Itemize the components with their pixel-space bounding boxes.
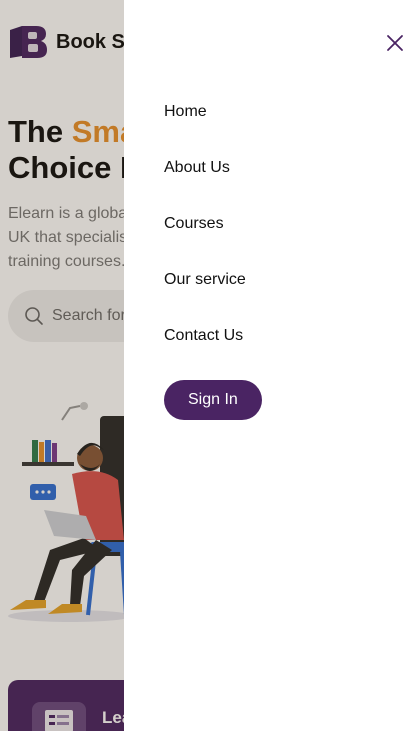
nav-drawer: Home About Us Courses Our service Contac…	[124, 0, 414, 731]
nav-item-our-service[interactable]: Our service	[164, 252, 246, 308]
close-icon[interactable]	[386, 34, 404, 52]
nav-item-courses[interactable]: Courses	[164, 196, 246, 252]
nav-item-home[interactable]: Home	[164, 84, 246, 140]
nav-item-about-us[interactable]: About Us	[164, 140, 246, 196]
sign-in-button[interactable]: Sign In	[164, 380, 262, 420]
nav-item-contact-us[interactable]: Contact Us	[164, 308, 246, 364]
drawer-nav: Home About Us Courses Our service Contac…	[164, 84, 246, 364]
